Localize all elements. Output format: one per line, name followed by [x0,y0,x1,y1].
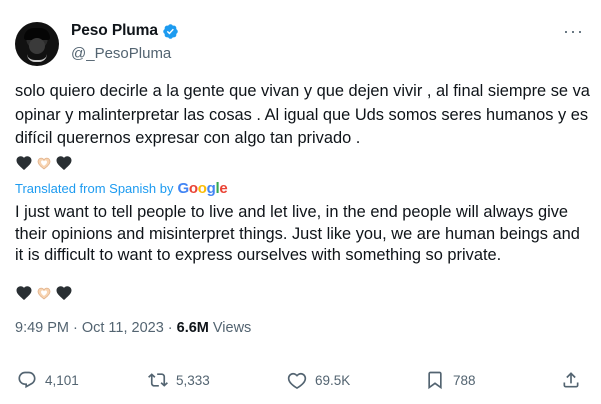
retweet-icon [148,373,168,387]
tweet-meta: 9:49 PM · Oct 11, 2023 · 6.6M Views [15,320,251,336]
reply-icon [18,371,36,389]
meta-separator: · [167,320,173,336]
retweet-button[interactable]: 5,333 [148,370,210,390]
views-count[interactable]: 6.6M [177,320,209,336]
emoji-row [15,282,73,304]
retweet-count: 5,333 [176,372,210,388]
bookmark-count: 788 [453,372,476,388]
heart-hands-icon [37,287,51,300]
black-heart-icon [56,286,72,301]
reply-button[interactable]: 4,101 [17,370,79,390]
reply-count: 4,101 [45,372,79,388]
share-icon [563,372,579,388]
tweet-translated-text: I just want to tell people to live and l… [15,203,580,265]
meta-separator: · [73,320,78,336]
emoji-row [15,152,73,174]
translation-label[interactable]: Translated from Spanish by [15,181,173,196]
bookmark-button[interactable]: 788 [425,370,476,390]
tweet-original-text: solo quiero decirle a la gente que vivan… [15,82,590,148]
like-count: 69.5K [315,372,351,388]
black-heart-icon [16,156,32,171]
translation-attribution[interactable]: Translated from Spanish by Google [15,180,228,197]
heart-hands-icon [37,157,51,170]
like-button[interactable]: 69.5K [287,370,350,390]
action-bar: 4,101 5,333 69.5K 788 [0,370,601,392]
verified-badge-icon [163,23,178,39]
author-handle[interactable]: @_PesoPluma [71,45,171,62]
google-logo: Google [177,180,228,197]
tweet-date[interactable]: Oct 11, 2023 [82,320,164,336]
black-heart-icon [56,156,72,171]
avatar-face [29,38,45,54]
black-heart-icon [16,286,32,301]
tweet-card[interactable]: Peso Pluma @_PesoPluma ··· solo quiero d… [0,0,601,404]
avatar[interactable] [15,22,59,66]
bookmark-icon [428,371,442,390]
more-horizontal-icon[interactable]: ··· [563,22,584,40]
views-label[interactable]: Views [213,320,251,336]
share-button[interactable] [561,370,581,390]
heart-outline-icon [287,372,307,390]
avatar-chain [27,54,47,62]
author-name-row[interactable]: Peso Pluma [71,22,179,40]
author-display-name[interactable]: Peso Pluma [71,22,158,40]
tweet-time[interactable]: 9:49 PM [15,320,69,336]
